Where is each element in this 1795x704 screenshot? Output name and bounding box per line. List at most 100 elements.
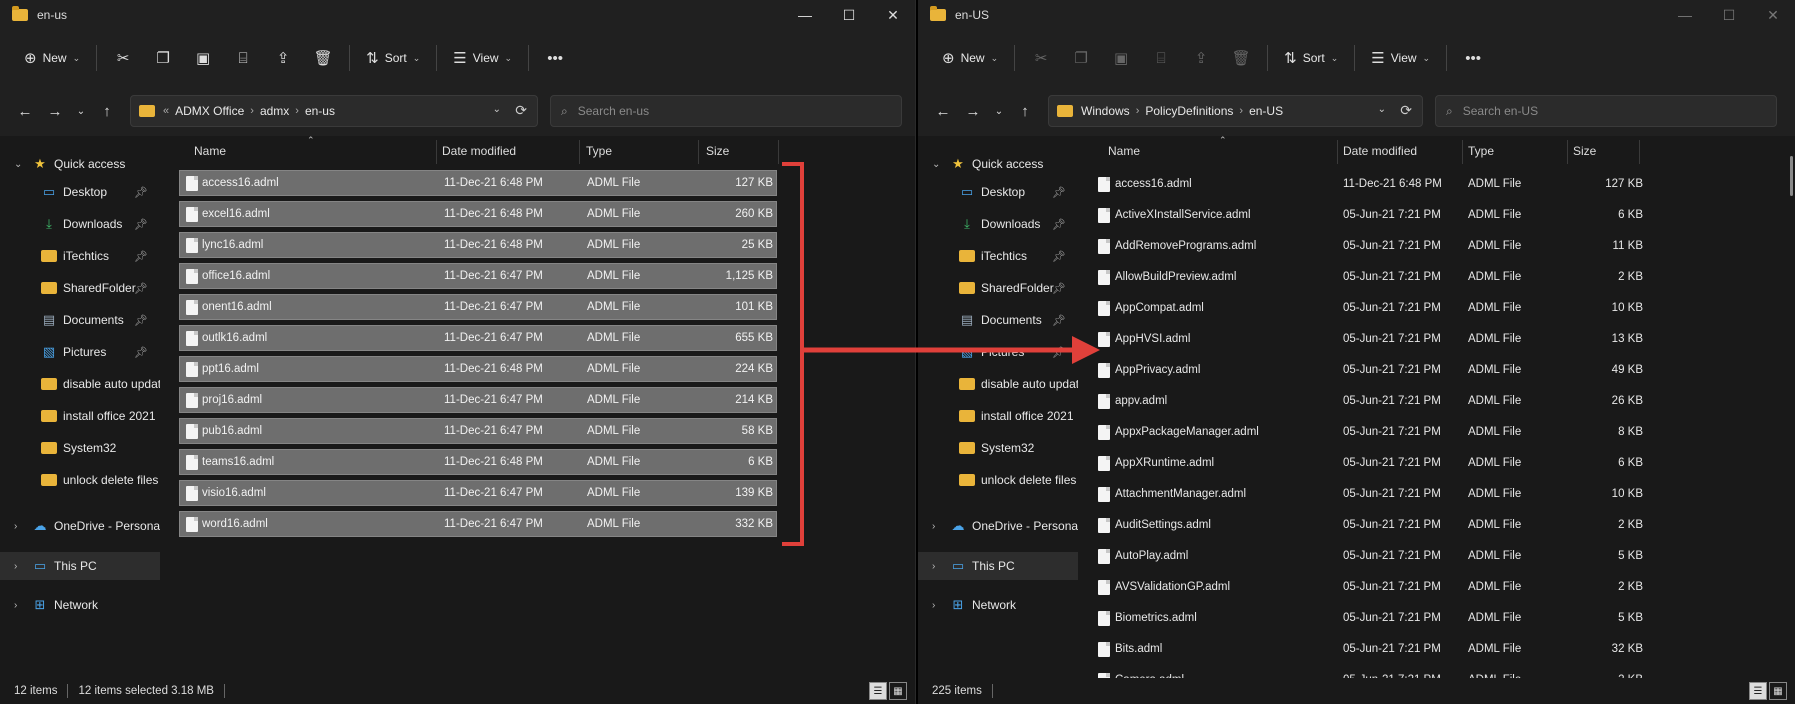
address-bar[interactable]: « ADMX Office › admx › en-us ⌄ ⟳	[130, 95, 538, 127]
file-row[interactable]: AddRemovePrograms.adml 05-Jun-21 7:21 PM A…	[1088, 233, 1648, 259]
column-header-date[interactable]: Date modified	[442, 144, 516, 158]
nav-item[interactable]: unlock delete files	[918, 466, 1078, 494]
copy-button[interactable]: ❐	[143, 42, 183, 74]
file-row[interactable]: AutoPlay.adml 05-Jun-21 7:21 PM ADML File 5…	[1088, 543, 1648, 569]
tiles-view-button[interactable]: ▦	[889, 682, 907, 700]
file-row[interactable]: onent16.adml 11-Dec-21 6:47 PM ADML File 10…	[179, 294, 777, 320]
file-row[interactable]: ActiveXInstallService.adml 05-Jun-21 7:21…	[1088, 202, 1648, 228]
cut-button[interactable]: ✂	[103, 42, 143, 74]
column-divider[interactable]	[1337, 140, 1338, 164]
breadcrumb-item[interactable]: PolicyDefinitions	[1145, 104, 1233, 118]
rename-button[interactable]: ⌸	[223, 42, 263, 74]
rename-button[interactable]: ⌸	[1141, 42, 1181, 74]
column-header-size[interactable]: Size	[706, 144, 729, 158]
paste-button[interactable]: ▣	[1101, 42, 1141, 74]
nav-item[interactable]: SharedFolder 📌︎	[918, 274, 1078, 302]
nav-item[interactable]: ▧ Pictures 📌︎	[0, 338, 160, 366]
new-button[interactable]: ⊕ New ⌄	[932, 42, 1008, 74]
nav-item[interactable]: install office 2021	[0, 402, 160, 430]
minimize-button[interactable]: —	[783, 0, 827, 30]
delete-button[interactable]: 🗑	[1221, 42, 1261, 74]
column-divider[interactable]	[579, 140, 580, 164]
file-row[interactable]: AttachmentManager.adml 05-Jun-21 7:21 PM A…	[1088, 481, 1648, 507]
column-header-type[interactable]: Type	[586, 144, 612, 158]
breadcrumb-item[interactable]: Windows	[1081, 104, 1130, 118]
nav-item[interactable]: disable auto updat	[0, 370, 160, 398]
vertical-scrollbar[interactable]	[1790, 156, 1793, 196]
file-row[interactable]: access16.adml 11-Dec-21 6:48 PM ADML File 1…	[1088, 171, 1648, 197]
nav-quick-access[interactable]: ⌄ ★ Quick access	[0, 150, 160, 178]
file-row[interactable]: ppt16.adml 11-Dec-21 6:48 PM ADML File 224 …	[179, 356, 777, 382]
file-row[interactable]: AppxPackageManager.adml 05-Jun-21 7:21 PM…	[1088, 419, 1648, 445]
delete-button[interactable]: 🗑	[303, 42, 343, 74]
share-button[interactable]: ⇪	[263, 42, 303, 74]
file-row[interactable]: AppPrivacy.adml 05-Jun-21 7:21 PM ADML Fil…	[1088, 357, 1648, 383]
nav-item[interactable]: unlock delete files	[0, 466, 160, 494]
sort-button[interactable]: ⇅ Sort ⌄	[1274, 42, 1348, 74]
file-row[interactable]: AppHVSI.adml 05-Jun-21 7:21 PM ADML File 13…	[1088, 326, 1648, 352]
file-row[interactable]: access16.adml 11-Dec-21 6:48 PM ADML File 1…	[179, 170, 777, 196]
nav-network[interactable]: › ⊞ Network	[0, 591, 160, 619]
breadcrumb-item[interactable]: ADMX Office	[175, 104, 244, 118]
file-row[interactable]: pub16.adml 11-Dec-21 6:47 PM ADML File 58 K…	[179, 418, 777, 444]
close-button[interactable]: ✕	[1751, 0, 1795, 30]
column-divider[interactable]	[1567, 140, 1568, 164]
address-bar[interactable]: Windows › PolicyDefinitions › en-US ⌄ ⟳	[1048, 95, 1423, 127]
recent-locations-button[interactable]: ⌄	[70, 96, 92, 126]
chevron-down-icon[interactable]: ⌄	[493, 104, 501, 115]
breadcrumb-overflow[interactable]: «	[163, 105, 169, 117]
nav-item[interactable]: ⤓ Downloads 📌︎	[918, 210, 1078, 238]
file-row[interactable]: word16.adml 11-Dec-21 6:47 PM ADML File 332…	[179, 511, 777, 537]
nav-this-pc[interactable]: › ▭ This PC	[0, 552, 160, 580]
paste-button[interactable]: ▣	[183, 42, 223, 74]
refresh-icon[interactable]: ⟳	[515, 102, 527, 119]
sort-button[interactable]: ⇅ Sort ⌄	[356, 42, 430, 74]
refresh-icon[interactable]: ⟳	[1400, 102, 1412, 119]
breadcrumb-item[interactable]: en-US	[1249, 104, 1283, 118]
file-row[interactable]: Bits.adml 05-Jun-21 7:21 PM ADML File 32 KB	[1088, 636, 1648, 662]
maximize-button[interactable]: ☐	[827, 0, 871, 30]
nav-item[interactable]: ▧ Pictures 📌︎	[918, 338, 1078, 366]
file-row[interactable]: AVSValidationGP.adml 05-Jun-21 7:21 PM ADM…	[1088, 574, 1648, 600]
search-input[interactable]	[1462, 104, 1683, 118]
column-divider[interactable]	[1639, 140, 1640, 164]
nav-item[interactable]: ▤ Documents 📌︎	[918, 306, 1078, 334]
copy-button[interactable]: ❐	[1061, 42, 1101, 74]
recent-locations-button[interactable]: ⌄	[988, 96, 1010, 126]
file-row[interactable]: AppXRuntime.adml 05-Jun-21 7:21 PM ADML Fi…	[1088, 450, 1648, 476]
file-row[interactable]: appv.adml 05-Jun-21 7:21 PM ADML File 26 KB	[1088, 388, 1648, 414]
file-row[interactable]: excel16.adml 11-Dec-21 6:48 PM ADML File 26…	[179, 201, 777, 227]
forward-button[interactable]: →	[40, 96, 70, 126]
forward-button[interactable]: →	[958, 96, 988, 126]
up-button[interactable]: ↑	[92, 96, 122, 126]
file-row[interactable]: AllowBuildPreview.adml 05-Jun-21 7:21 PM A…	[1088, 264, 1648, 290]
nav-item[interactable]: System32	[0, 434, 160, 462]
up-button[interactable]: ↑	[1010, 96, 1040, 126]
breadcrumb-item[interactable]: admx	[260, 104, 289, 118]
search-input[interactable]	[577, 104, 798, 118]
column-header-date[interactable]: Date modified	[1343, 144, 1417, 158]
nav-this-pc[interactable]: › ▭ This PC	[918, 552, 1078, 580]
view-button[interactable]: ☰ View ⌄	[443, 42, 522, 74]
file-row[interactable]: Biometrics.adml 05-Jun-21 7:21 PM ADML Fil…	[1088, 605, 1648, 631]
more-options-button[interactable]: •••	[1453, 42, 1493, 74]
nav-item[interactable]: iTechtics 📌︎	[0, 242, 160, 270]
back-button[interactable]: ←	[928, 96, 958, 126]
nav-network[interactable]: › ⊞ Network	[918, 591, 1078, 619]
nav-item[interactable]: ▭ Desktop 📌︎	[0, 178, 160, 206]
column-divider[interactable]	[698, 140, 699, 164]
column-divider[interactable]	[778, 140, 779, 164]
column-divider[interactable]	[436, 140, 437, 164]
cut-button[interactable]: ✂	[1021, 42, 1061, 74]
maximize-button[interactable]: ☐	[1707, 0, 1751, 30]
nav-onedrive[interactable]: › ☁ OneDrive - Personal	[918, 512, 1078, 540]
nav-item[interactable]: install office 2021	[918, 402, 1078, 430]
column-header-name[interactable]: Name	[194, 144, 226, 158]
nav-item[interactable]: ▤ Documents 📌︎	[0, 306, 160, 334]
column-header-name[interactable]: Name	[1108, 144, 1140, 158]
column-header-type[interactable]: Type	[1468, 144, 1494, 158]
file-row[interactable]: office16.adml 11-Dec-21 6:47 PM ADML File 1…	[179, 263, 777, 289]
back-button[interactable]: ←	[10, 96, 40, 126]
file-row[interactable]: AppCompat.adml 05-Jun-21 7:21 PM ADML File…	[1088, 295, 1648, 321]
new-button[interactable]: ⊕ New ⌄	[14, 42, 90, 74]
